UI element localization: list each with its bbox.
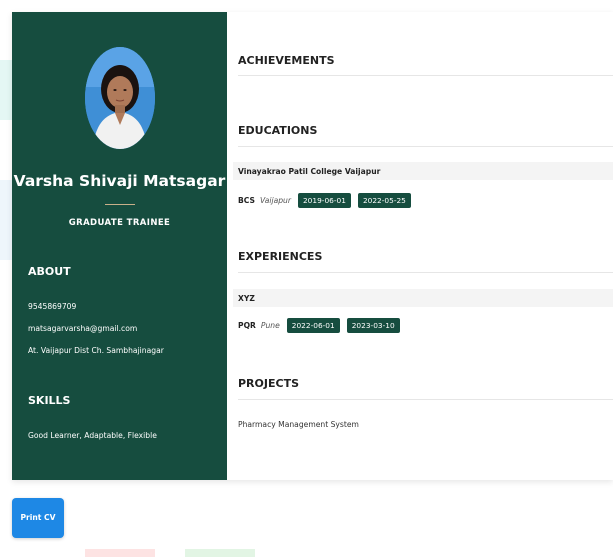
section-divider [238,146,613,147]
education-end-badge: 2022-05-25 [357,193,411,208]
experience-end-badge: 2023-03-10 [346,318,400,333]
experience-row-band [233,289,613,307]
profile-role: GRADUATE TRAINEE [68,218,171,228]
educations-heading: EDUCATIONS [238,124,318,137]
experience-position: PQR [238,321,256,330]
section-divider [238,399,613,400]
education-place: Vaijapur [259,196,291,205]
background-decoration [0,60,12,120]
about-email: matsagarvarsha@gmail.com [28,324,138,333]
project-item: Pharmacy Management System [238,420,359,429]
education-degree: BCS [238,196,255,205]
person-photo-icon [85,47,155,149]
about-address: At. Vaijapur Dist Ch. Sambhajinagar [28,346,164,355]
cv-card: Varsha Shivaji Matsagar GRADUATE TRAINEE… [12,12,613,480]
projects-heading: PROJECTS [238,377,299,390]
section-divider [238,272,613,273]
education-institution: Vinayakrao Patil College Vaijapur [238,167,381,176]
experience-details: PQR Pune 2022-06-01 2023-03-10 [238,318,400,333]
cv-sidebar: Varsha Shivaji Matsagar GRADUATE TRAINEE… [12,12,227,480]
experience-company: XYZ [238,294,255,303]
about-heading: ABOUT [28,265,71,278]
background-decoration [0,180,12,260]
profile-name: Varsha Shivaji Matsagar [13,172,226,190]
education-details: BCS Vaijapur 2019-06-01 2022-05-25 [238,193,411,208]
section-divider [238,75,613,76]
avatar [85,47,155,149]
background-decoration [185,549,255,557]
skills-heading: SKILLS [28,394,71,407]
skills-text: Good Learner, Adaptable, Flexible [28,431,157,440]
education-start-badge: 2019-06-01 [297,193,351,208]
name-divider [105,204,135,205]
experience-start-badge: 2022-06-01 [286,318,340,333]
achievements-heading: ACHIEVEMENTS [238,54,335,67]
background-decoration [85,549,155,557]
experiences-heading: EXPERIENCES [238,250,323,263]
about-phone: 9545869709 [28,302,77,311]
experience-place: Pune [260,321,280,330]
print-cv-button[interactable]: Print CV [12,498,64,538]
